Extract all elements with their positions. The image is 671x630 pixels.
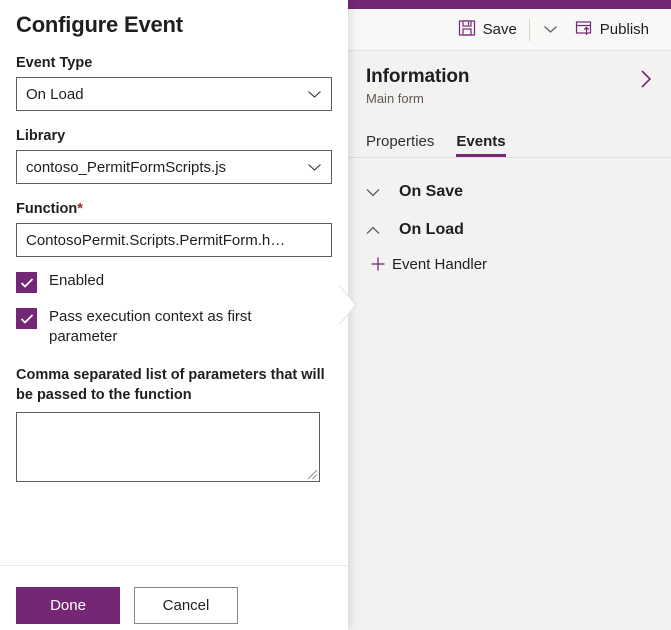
add-event-handler-label: Event Handler (392, 255, 488, 273)
chevron-down-icon[interactable] (365, 187, 395, 198)
event-type-label: Event Type (16, 55, 93, 71)
check-icon (20, 313, 33, 324)
tree-row-on-save[interactable]: On Save (347, 173, 671, 211)
form-expand-button[interactable] (639, 66, 653, 95)
function-label: Function* (16, 201, 332, 217)
panel-tabs: Properties Events (347, 122, 671, 158)
plus-icon (367, 256, 389, 272)
publish-button[interactable]: Publish (567, 14, 657, 46)
tree-row-on-load-label: On Load (399, 221, 464, 238)
command-bar: Save Publish (347, 9, 671, 51)
pass-context-checkbox-label: Pass execution context as first paramete… (49, 308, 252, 345)
cancel-button-label: Cancel (162, 597, 210, 614)
event-type-value: On Load (26, 85, 84, 103)
event-type-select[interactable]: On Load (16, 77, 332, 111)
event-type-field: Event Type On Load (16, 55, 332, 111)
chevron-down-icon (543, 21, 558, 39)
app-top-bar (347, 0, 671, 9)
publish-icon (575, 19, 593, 41)
tab-events[interactable]: Events (456, 133, 506, 157)
configure-event-dialog: Configure Event Event Type On Load Libra… (0, 0, 348, 630)
save-floppy-icon (458, 19, 476, 41)
cancel-button[interactable]: Cancel (134, 587, 238, 624)
dialog-footer-divider (0, 565, 348, 566)
enabled-checkbox-row[interactable]: Enabled (16, 271, 332, 293)
function-value: ContosoPermit.Scripts.PermitForm.h… (26, 231, 286, 249)
save-button[interactable]: Save (450, 14, 525, 46)
events-tree: On Save On Load Event Handler (347, 159, 671, 630)
function-input[interactable]: ContosoPermit.Scripts.PermitForm.h… (16, 223, 332, 257)
done-button[interactable]: Done (16, 587, 120, 624)
pass-context-checkbox[interactable] (16, 308, 37, 329)
command-bar-separator (528, 18, 530, 41)
tree-row-on-save-label: On Save (399, 183, 464, 200)
chevron-down-icon (307, 86, 322, 103)
pass-context-checkbox-row[interactable]: Pass execution context as first paramete… (16, 307, 332, 347)
form-header: Information Main form (347, 52, 671, 122)
chevron-right-icon (639, 70, 653, 94)
dialog-title: Configure Event (16, 12, 183, 37)
dialog-callout-pointer (339, 285, 357, 325)
library-label: Library (16, 128, 66, 144)
form-subtitle: Main form (366, 91, 424, 106)
check-icon (20, 277, 33, 288)
enabled-checkbox-label: Enabled (49, 272, 105, 289)
parameters-label: Comma separated list of parameters that … (16, 367, 325, 403)
tab-properties-label: Properties (366, 133, 435, 150)
add-event-handler-button[interactable]: Event Handler (347, 249, 671, 279)
library-field: Library contoso_PermitFormScripts.js (16, 128, 332, 184)
tree-row-on-load[interactable]: On Load (347, 211, 671, 249)
library-select[interactable]: contoso_PermitFormScripts.js (16, 150, 332, 184)
parameters-textarea[interactable] (16, 412, 320, 482)
save-button-label: Save (482, 21, 517, 38)
save-more-button[interactable] (534, 16, 567, 44)
dialog-footer: Done Cancel (16, 587, 238, 624)
enabled-checkbox[interactable] (16, 272, 37, 293)
done-button-label: Done (50, 597, 86, 614)
function-label-text: Function (16, 201, 78, 217)
publish-button-label: Publish (599, 21, 649, 38)
chevron-down-icon (307, 159, 322, 176)
required-asterisk: * (77, 201, 83, 217)
dialog-body: Event Type On Load Library contoso_Permi… (0, 55, 348, 482)
chevron-up-icon[interactable] (365, 225, 395, 236)
library-value: contoso_PermitFormScripts.js (26, 158, 227, 176)
tab-properties[interactable]: Properties (366, 133, 434, 157)
function-field: Function* ContosoPermit.Scripts.PermitFo… (16, 201, 332, 257)
form-title: Information (366, 66, 470, 87)
tab-events-label: Events (456, 133, 506, 150)
